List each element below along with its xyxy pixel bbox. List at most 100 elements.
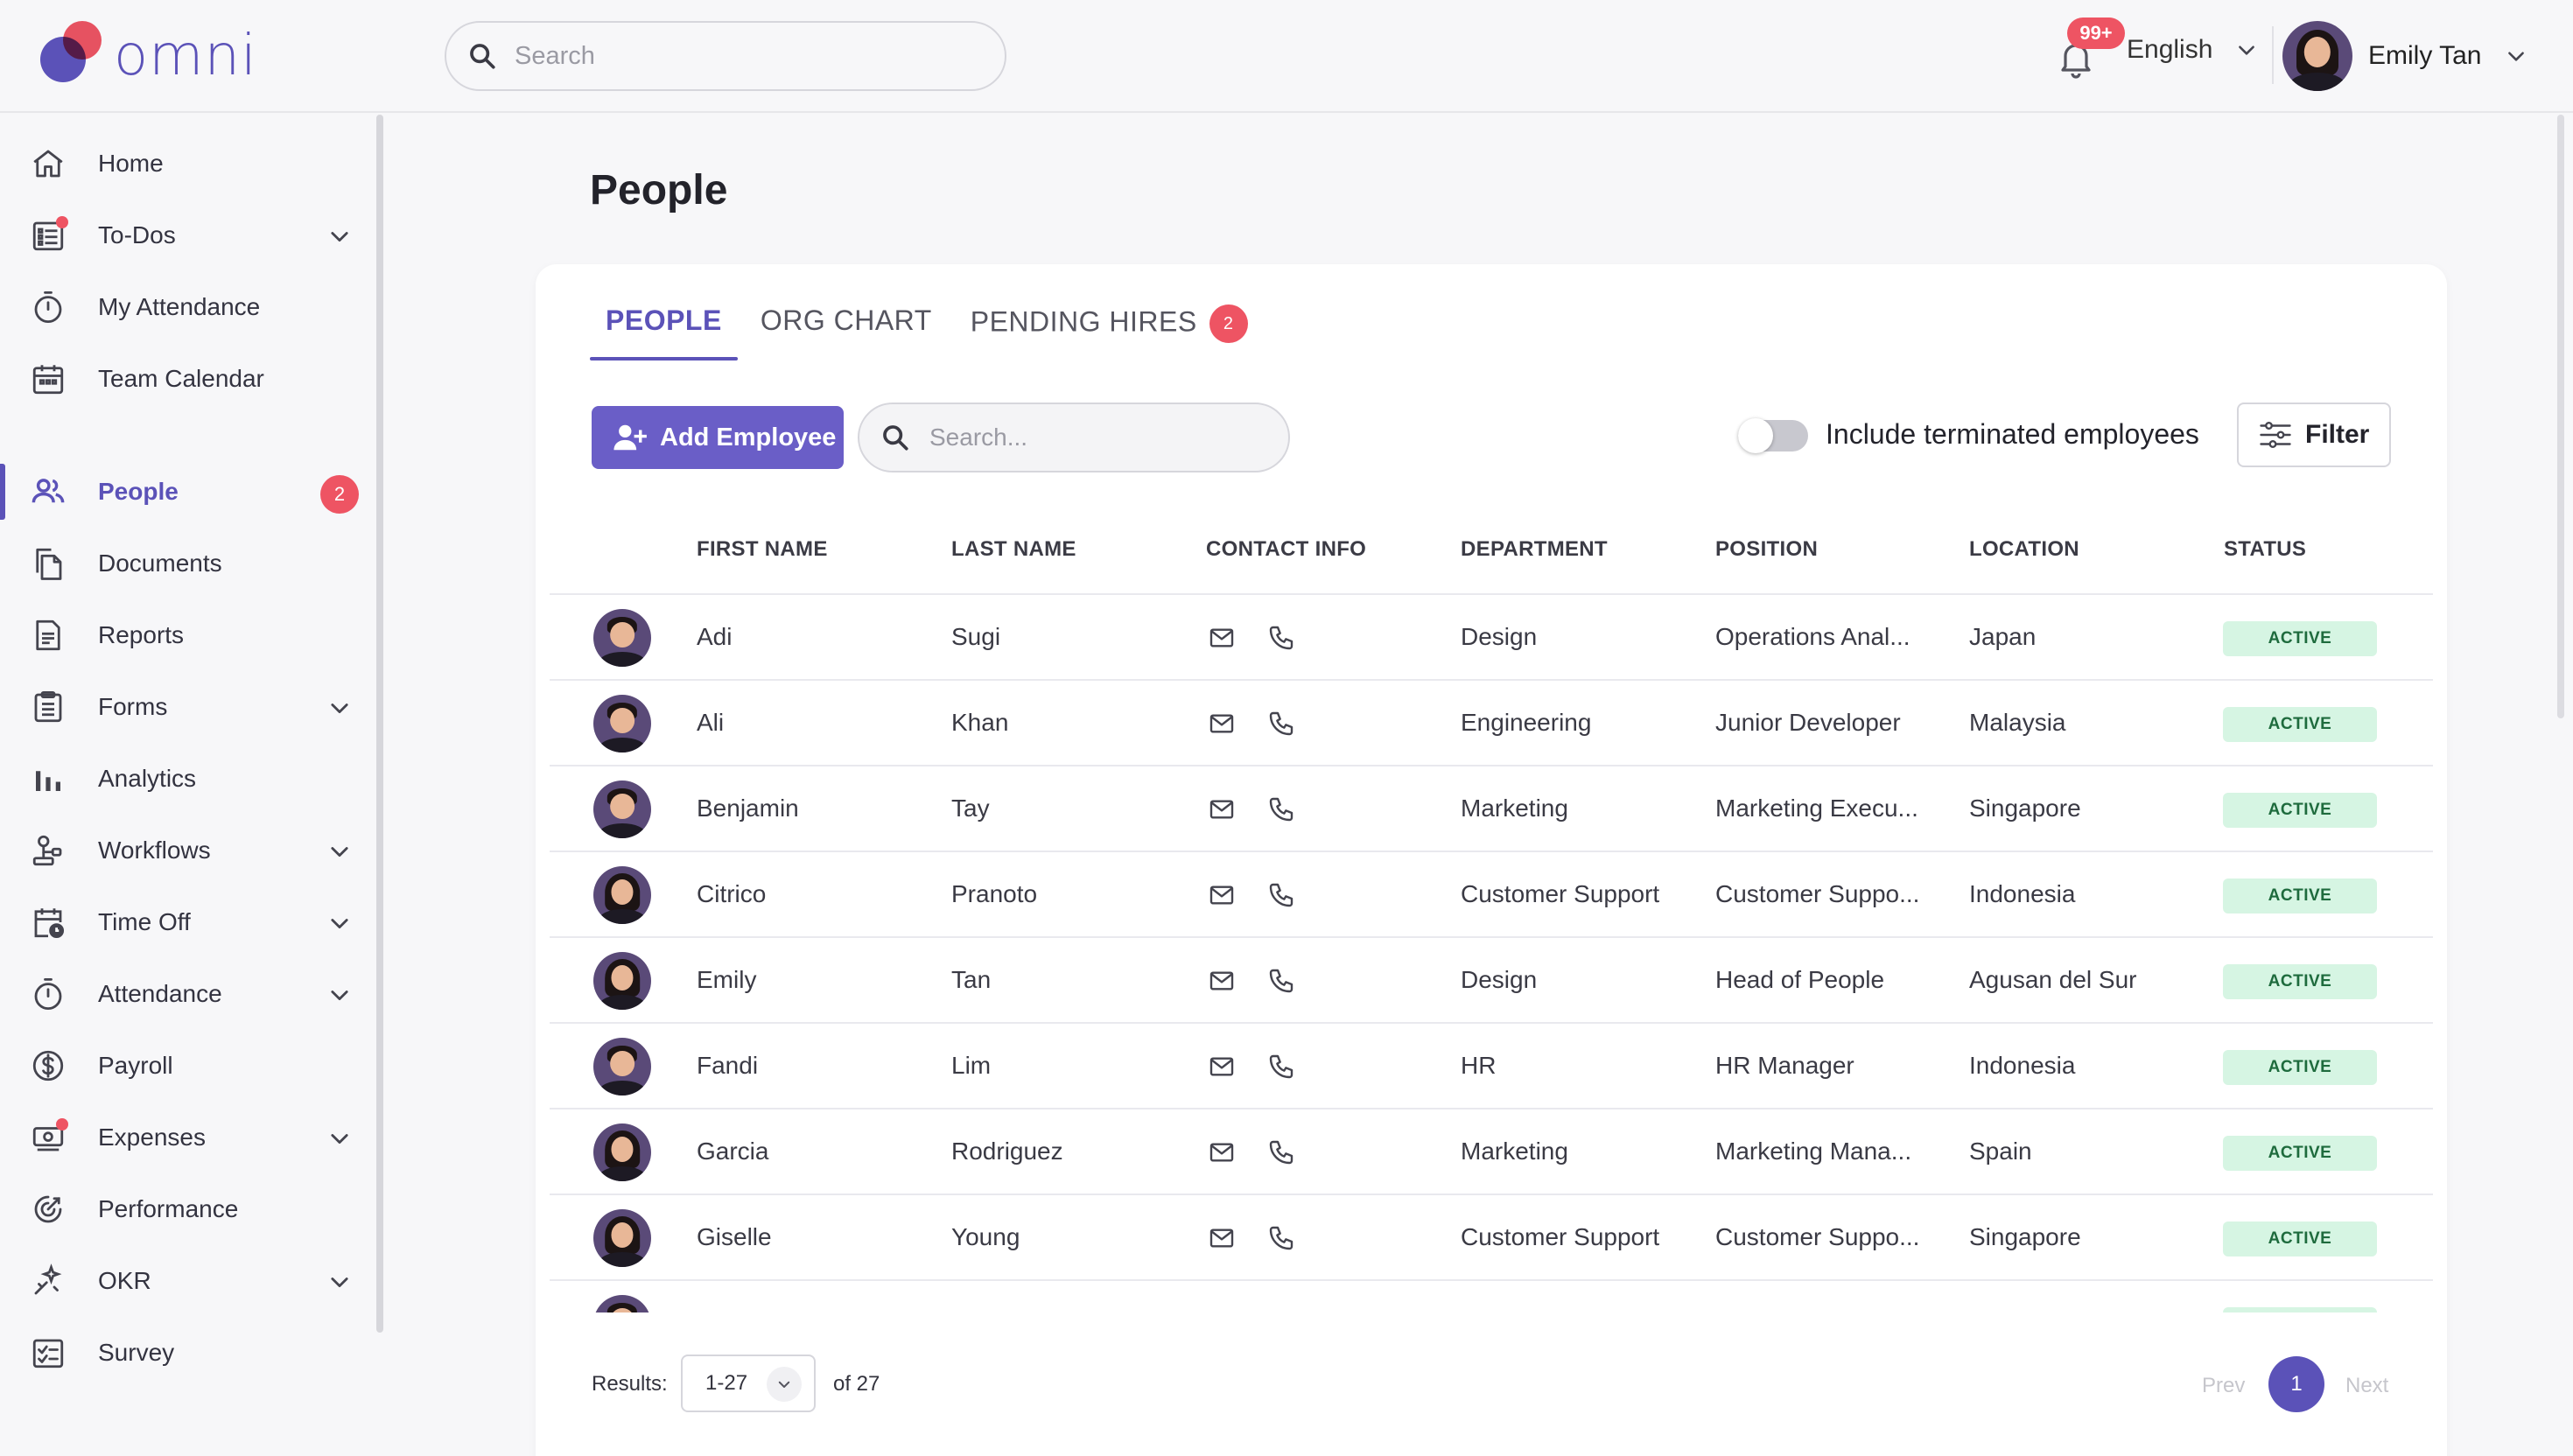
- sidebar-scrollbar[interactable]: [376, 115, 383, 1333]
- phone-icon[interactable]: [1267, 1138, 1295, 1166]
- table-row[interactable]: Citrico Pranoto Customer Support Customer S…: [550, 852, 2433, 938]
- sidebar-item-time-off[interactable]: Time Off: [0, 891, 376, 954]
- main-scrollbar[interactable]: [2557, 115, 2564, 718]
- last-name-cell: Pranoto: [951, 880, 1038, 907]
- tab-pending-hires[interactable]: PENDING HIRES 2: [955, 298, 1264, 360]
- sidebar-item-expenses[interactable]: Expenses: [0, 1106, 376, 1169]
- table-row[interactable]: Ali Khan Engineering Junior Developer Malays…: [550, 681, 2433, 766]
- column-header-status[interactable]: STATUS: [2224, 537, 2306, 562]
- status-badge: ACTIVE: [2223, 793, 2377, 828]
- column-header-location[interactable]: LOCATION: [1969, 537, 2079, 562]
- language-label: English: [2127, 35, 2213, 64]
- column-header-position[interactable]: POSITION: [1715, 537, 1818, 562]
- sidebar-item-payroll[interactable]: Payroll: [0, 1034, 376, 1097]
- chevron-down-icon[interactable]: [327, 911, 352, 935]
- phone-icon[interactable]: [1267, 881, 1295, 909]
- employee-avatar[interactable]: [593, 1124, 651, 1181]
- phone-icon[interactable]: [1267, 1053, 1295, 1081]
- language-selector[interactable]: English: [2127, 35, 2258, 65]
- employee-avatar[interactable]: [593, 866, 651, 924]
- phone-icon[interactable]: [1267, 624, 1295, 652]
- location-cell: Japan: [1969, 623, 2037, 650]
- phone-icon[interactable]: [1267, 967, 1295, 995]
- results-label: Results:: [592, 1372, 668, 1396]
- range-dropdown-toggle[interactable]: [767, 1367, 802, 1402]
- employee-avatar[interactable]: [593, 1038, 651, 1096]
- employee-avatar[interactable]: [593, 1209, 651, 1267]
- sidebar-item-people[interactable]: People 2: [0, 460, 376, 523]
- email-icon[interactable]: [1208, 1224, 1236, 1252]
- sidebar-item-forms[interactable]: Forms: [0, 676, 376, 738]
- sidebar-item-workflows[interactable]: Workflows: [0, 819, 376, 882]
- filter-button[interactable]: Filter: [2237, 402, 2391, 467]
- email-icon[interactable]: [1208, 1138, 1236, 1166]
- email-icon[interactable]: [1208, 1053, 1236, 1081]
- chevron-down-icon[interactable]: [327, 1126, 352, 1151]
- phone-icon[interactable]: [1267, 1224, 1295, 1252]
- employee-avatar[interactable]: [593, 695, 651, 752]
- employee-search[interactable]: [858, 402, 1290, 472]
- chevron-down-icon[interactable]: [327, 696, 352, 720]
- sidebar-item-survey[interactable]: Survey: [0, 1321, 376, 1384]
- column-header-department[interactable]: DEPARTMENT: [1461, 537, 1608, 562]
- notification-dot: [56, 216, 68, 228]
- table-row[interactable]: Benjamin Tay Marketing Marketing Execu... Si…: [550, 766, 2433, 852]
- chevron-down-icon[interactable]: [327, 224, 352, 248]
- sidebar-item-attendance[interactable]: Attendance: [0, 962, 376, 1026]
- employee-avatar[interactable]: [593, 952, 651, 1010]
- employee-avatar[interactable]: [593, 780, 651, 838]
- dollar-circle-icon: [32, 1050, 64, 1082]
- status-badge: ACTIVE: [2223, 707, 2377, 742]
- home-icon: [33, 150, 63, 178]
- global-search-input[interactable]: [515, 41, 970, 71]
- results-range-select[interactable]: 1-27: [681, 1354, 816, 1412]
- chevron-down-icon[interactable]: [327, 839, 352, 864]
- table-row[interactable]: Emily Tan Design Head of People Agusan del S…: [550, 938, 2433, 1024]
- search-icon: [883, 425, 908, 451]
- sidebar-item-performance[interactable]: Performance: [0, 1178, 376, 1241]
- omni-logo[interactable]: omni: [40, 21, 257, 91]
- phone-icon[interactable]: [1267, 710, 1295, 738]
- email-icon[interactable]: [1208, 881, 1236, 909]
- chevron-down-icon[interactable]: [327, 1270, 352, 1294]
- include-terminated-toggle[interactable]: [1738, 418, 1808, 453]
- prev-page-button[interactable]: Prev: [2202, 1374, 2245, 1398]
- employee-search-input[interactable]: [929, 424, 1262, 452]
- global-search[interactable]: [445, 21, 1006, 91]
- email-icon[interactable]: [1208, 967, 1236, 995]
- email-icon[interactable]: [1208, 624, 1236, 652]
- department-cell: Customer Support: [1461, 1223, 1660, 1250]
- email-icon[interactable]: [1208, 710, 1236, 738]
- table-row[interactable]: [550, 1281, 2433, 1312]
- documents-icon: [36, 548, 62, 580]
- user-avatar: [2282, 21, 2352, 91]
- add-user-icon: [613, 424, 647, 451]
- sidebar-item-analytics[interactable]: Analytics: [0, 747, 376, 810]
- column-header-first-name[interactable]: FIRST NAME: [697, 537, 828, 562]
- page-1-button[interactable]: 1: [2268, 1356, 2324, 1412]
- sidebar-item-my-attendance[interactable]: My Attendance: [0, 276, 376, 339]
- tab-org-chart[interactable]: ORG CHART: [745, 298, 948, 360]
- sidebar-item-okr[interactable]: OKR: [0, 1250, 376, 1312]
- next-page-button[interactable]: Next: [2345, 1374, 2388, 1398]
- column-header-last-name[interactable]: LAST NAME: [951, 537, 1076, 562]
- email-icon[interactable]: [1208, 795, 1236, 823]
- status-badge: ACTIVE: [2223, 964, 2377, 999]
- table-row[interactable]: Garcia Rodriguez Marketing Marketing Mana..…: [550, 1110, 2433, 1195]
- table-row[interactable]: Fandi Lim HR HR Manager Indonesia ACTIVE: [550, 1024, 2433, 1110]
- tab-people[interactable]: PEOPLE: [590, 298, 738, 360]
- sidebar-item-to-dos[interactable]: To-Dos: [0, 204, 376, 267]
- sidebar-item-team-calendar[interactable]: Team Calendar: [0, 347, 376, 410]
- phone-icon[interactable]: [1267, 795, 1295, 823]
- table-row[interactable]: Giselle Young Customer Support Customer Sup…: [550, 1195, 2433, 1281]
- add-employee-button[interactable]: Add Employee: [592, 406, 844, 469]
- sidebar-item-reports[interactable]: Reports: [0, 604, 376, 667]
- user-menu[interactable]: Emily Tan: [2282, 21, 2527, 91]
- sidebar-item-home[interactable]: Home: [0, 132, 376, 195]
- table-row[interactable]: Adi Sugi Design Operations Anal... Japan ACTI…: [550, 595, 2433, 681]
- chevron-down-icon[interactable]: [327, 983, 352, 1007]
- sidebar-item-documents[interactable]: Documents: [0, 532, 376, 595]
- employee-avatar[interactable]: [593, 609, 651, 667]
- sidebar-item-label: Reports: [98, 621, 185, 648]
- sidebar-item-label: Payroll: [98, 1052, 173, 1079]
